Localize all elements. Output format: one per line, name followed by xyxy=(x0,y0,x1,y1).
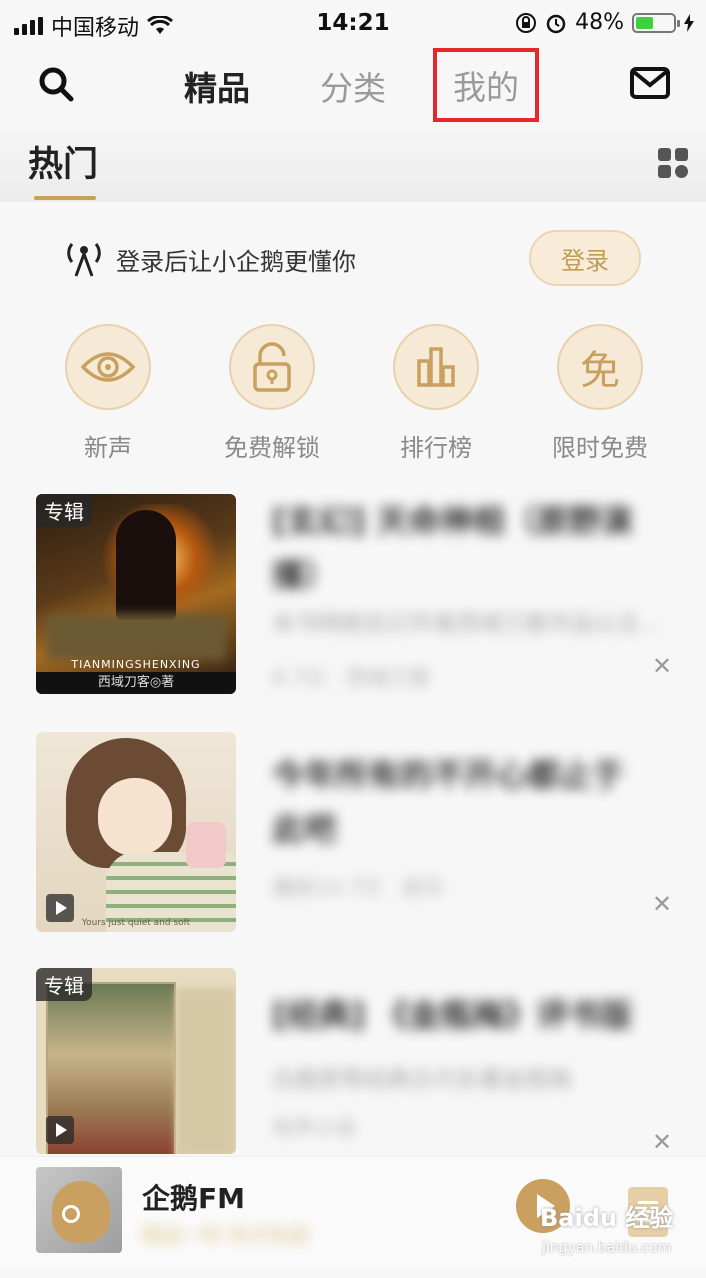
login-prompt-text: 登录后让小企鹅更懂你 xyxy=(116,248,356,276)
item-meta: 6.7亿 · 西域刀客 xyxy=(272,666,431,690)
item-meta: 播放14.7万 · 音乐 xyxy=(272,876,444,900)
search-icon[interactable] xyxy=(36,64,76,104)
tab-underline xyxy=(34,196,96,200)
category-header: 热门 xyxy=(0,124,706,202)
top-nav: 精品 分类 我的 xyxy=(0,48,706,124)
quick-item-xinsheng[interactable]: 新声 xyxy=(33,324,183,463)
tab-wode[interactable]: 我的 xyxy=(433,48,539,122)
tab-jingpin[interactable]: 精品 xyxy=(184,62,250,110)
player-title: 企鹅FM xyxy=(142,1182,245,1215)
rotation-lock-icon xyxy=(516,12,537,33)
close-icon[interactable]: ✕ xyxy=(652,890,672,918)
cover-title-text: TIANMINGSHENXING xyxy=(71,658,201,671)
item-title[interactable]: 今年所有的不开心都止于此吧 xyxy=(272,748,652,856)
quick-item-free[interactable]: 免 限时免费 xyxy=(525,324,675,463)
quick-item-ranking[interactable]: 排行榜 xyxy=(361,324,511,463)
quick-item-label: 新声 xyxy=(84,434,132,462)
album-tag: 专辑 xyxy=(36,494,92,527)
item-meta: 有声小说 xyxy=(272,1116,356,1140)
album-cover[interactable]: TIANMINGSHENXING 西域刀客◎著 专辑 xyxy=(36,494,236,694)
battery-percent: 48% xyxy=(575,10,624,35)
mian-icon: 免 xyxy=(580,348,620,394)
play-icon xyxy=(46,894,74,922)
album-cover[interactable]: Yours just quiet and soft xyxy=(36,732,236,932)
album-cover[interactable]: 专辑 xyxy=(36,968,236,1154)
close-icon[interactable]: ✕ xyxy=(652,652,672,680)
cover-author-text: 西域刀客◎著 xyxy=(36,672,236,694)
play-icon xyxy=(46,1116,74,1144)
item-title[interactable]: [经典] 《金瓶梅》评书版 xyxy=(272,988,652,1042)
battery-icon xyxy=(632,12,680,33)
quick-item-label: 限时免费 xyxy=(552,434,648,462)
charging-icon xyxy=(684,13,694,32)
item-desc: 本书网络玄幻作者西域刀客作品以主... xyxy=(272,611,662,637)
mail-icon[interactable] xyxy=(630,66,670,100)
login-prompt: 登录后让小企鹅更懂你 登录 xyxy=(0,228,706,288)
item-title[interactable]: [玄幻] 天命神相（原野演播） xyxy=(272,494,652,602)
tab-fenlei[interactable]: 分类 xyxy=(320,62,386,110)
item-desc: 白鹿原等经典古代名著金瓶梅 xyxy=(272,1067,571,1093)
tab-hot[interactable]: 热门 xyxy=(28,136,98,187)
alarm-icon xyxy=(546,14,566,33)
bar-chart-icon xyxy=(417,347,455,387)
watermark-url: jingyan.baidu.com xyxy=(542,1240,672,1256)
quick-item-unlock[interactable]: 免费解锁 xyxy=(197,324,347,463)
close-icon[interactable]: ✕ xyxy=(652,1128,672,1156)
watermark-brand: Baidu 经验 xyxy=(540,1204,674,1232)
eye-icon xyxy=(80,352,136,382)
status-bar: 中国移动 14:21 48% xyxy=(0,0,706,48)
player-subtitle: 精品一听 你才知道 xyxy=(142,1223,309,1247)
album-tag: 专辑 xyxy=(36,968,92,1001)
quick-entries: 新声 免费解锁 排行榜 免 限时免费 xyxy=(0,324,706,464)
quick-item-label: 免费解锁 xyxy=(224,434,320,462)
unlock-icon xyxy=(253,342,291,392)
player-cover[interactable] xyxy=(36,1167,122,1253)
login-button[interactable]: 登录 xyxy=(529,230,641,286)
signal-person-icon xyxy=(67,243,101,277)
grid-icon[interactable] xyxy=(658,148,688,178)
quick-item-label: 排行榜 xyxy=(400,434,472,462)
